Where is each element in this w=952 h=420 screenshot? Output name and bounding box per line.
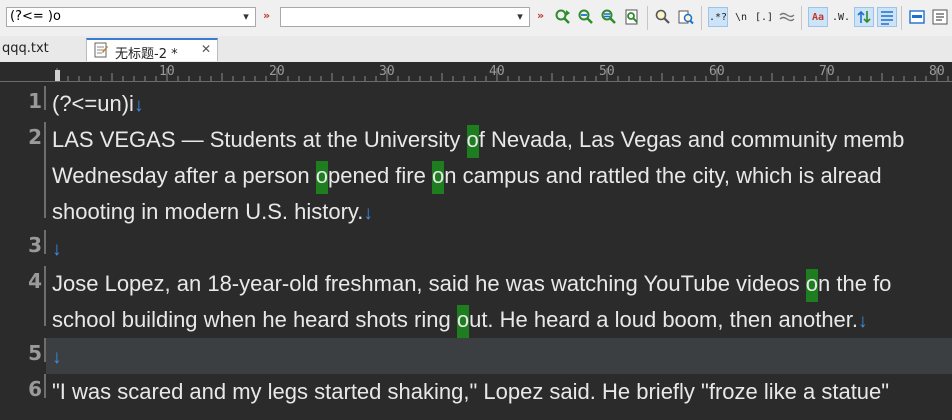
ruler-mark: 80: [929, 64, 945, 79]
line-number-gutter: 1 2 3 4 5 6: [0, 82, 46, 420]
regex-toggle[interactable]: .*?: [708, 7, 728, 27]
newline-marker: ↓: [858, 311, 868, 332]
fuzzy-match-icon[interactable]: [777, 7, 797, 27]
list-results-icon[interactable]: [877, 7, 897, 27]
replace-combobox[interactable]: ▾: [280, 7, 530, 27]
match-highlight: o: [315, 161, 329, 194]
line-number: 4: [28, 269, 42, 293]
text-editor[interactable]: (?<=un)i↓ LAS VEGAS — Students at the Un…: [46, 82, 952, 420]
line-number: 5: [28, 341, 42, 365]
panel-icon[interactable]: [907, 7, 927, 27]
search-toolbar: (?<= )o ▾ » ▾ » .*? \n [.] Aa .W.: [0, 0, 952, 37]
editor-line[interactable]: "I was scared and my legs started shakin…: [46, 374, 952, 410]
newline-marker: ↓: [52, 347, 62, 368]
line-text: (?<=un)i: [52, 91, 134, 116]
ruler-mark: 70: [819, 64, 835, 79]
match-case-toggle[interactable]: Aa: [808, 7, 828, 27]
ruler-mark: 60: [709, 64, 725, 79]
tab-label: qqq.txt: [2, 41, 49, 56]
charclass-toggle[interactable]: [.]: [754, 7, 774, 27]
editor-line-wrap[interactable]: shooting in modern U.S. history.↓: [46, 194, 952, 230]
column-ruler: 10 20 30 40 50 60 70 80: [0, 62, 952, 82]
find-in-files-icon[interactable]: [676, 7, 696, 27]
editor-line[interactable]: ↓: [46, 230, 952, 266]
match-highlight: o: [466, 125, 479, 158]
line-text: school building when he heard shots ring: [52, 307, 457, 332]
editor-line[interactable]: (?<=un)i↓: [46, 86, 952, 122]
newline-toggle[interactable]: \n: [731, 7, 751, 27]
editor-line[interactable]: Jose Lopez, an 18-year-old freshman, sai…: [46, 266, 952, 302]
chevron-down-icon[interactable]: ▾: [240, 11, 252, 23]
newline-marker: ↓: [133, 95, 144, 116]
tab-bar: qqq.txt 无标题-2 * ✕: [0, 36, 952, 63]
line-text: pened fire: [328, 163, 432, 188]
newline-marker: ↓: [52, 239, 62, 260]
line-number: 2: [28, 125, 42, 149]
ruler-mark: 40: [489, 64, 505, 79]
editor-line-wrap[interactable]: school building when he heard shots ring…: [46, 302, 952, 338]
line-text: ut. He heard a loud boom, then another.: [469, 307, 859, 332]
ruler-mark: 50: [599, 64, 615, 79]
close-search-icon[interactable]: [930, 7, 950, 27]
match-highlight: o: [805, 269, 819, 302]
ruler-ticks: [0, 68, 952, 82]
match-highlight: o: [431, 161, 445, 194]
line-text: Wednesday after a person: [52, 163, 316, 188]
chevron-right-icon[interactable]: »: [263, 9, 270, 22]
tab-label: 无标题-2 *: [115, 47, 178, 62]
line-number: 3: [28, 233, 42, 257]
find-input[interactable]: (?<= )o: [10, 9, 61, 24]
document-icon: [93, 42, 109, 62]
line-number: 6: [28, 377, 42, 401]
tab-untitled-2[interactable]: 无标题-2 * ✕: [86, 38, 218, 62]
close-icon[interactable]: ✕: [201, 42, 211, 56]
line-text: n the fo: [818, 271, 892, 296]
toolbar-separator: [801, 6, 802, 30]
newline-marker: ↓: [363, 203, 373, 224]
line-text: shooting in modern U.S. history.: [52, 199, 364, 224]
ruler-mark: 10: [159, 64, 175, 79]
ruler-mark: 20: [269, 64, 285, 79]
replace-icon[interactable]: [576, 7, 596, 27]
line-text: "I was scared and my legs started shakin…: [52, 379, 890, 404]
line-text: LAS VEGAS — Students at the University: [52, 127, 467, 152]
editor-line[interactable]: LAS VEGAS — Students at the University o…: [46, 122, 952, 158]
replace-all-icon[interactable]: [599, 7, 619, 27]
tab-qqq-txt[interactable]: qqq.txt: [0, 38, 82, 61]
search-icon[interactable]: [653, 7, 673, 27]
match-highlight: o: [456, 305, 470, 338]
find-combobox[interactable]: (?<= )o ▾: [6, 7, 256, 27]
toolbar-separator: [647, 6, 648, 30]
editor-line-wrap[interactable]: Wednesday after a person opened fire on …: [46, 158, 952, 194]
ruler-caret-marker: [55, 70, 60, 81]
find-next-icon[interactable]: [553, 7, 573, 27]
ruler-mark: 30: [379, 64, 395, 79]
chevron-down-icon[interactable]: ▾: [514, 11, 526, 23]
editor-line-current[interactable]: ↓: [46, 338, 952, 374]
whole-word-toggle[interactable]: .W.: [831, 7, 851, 27]
chevron-right-icon[interactable]: »: [537, 9, 544, 22]
swap-direction-icon[interactable]: [854, 7, 874, 27]
line-text: f Nevada, Las Vegas and community memb: [478, 127, 905, 152]
toolbar-separator: [901, 6, 902, 30]
line-number: 1: [28, 89, 42, 113]
line-text: n campus and rattled the city, which is …: [444, 163, 882, 188]
replace-in-files-icon[interactable]: [622, 7, 642, 27]
line-text: Jose Lopez, an 18-year-old freshman, sai…: [52, 271, 806, 296]
toolbar-separator: [701, 6, 702, 30]
